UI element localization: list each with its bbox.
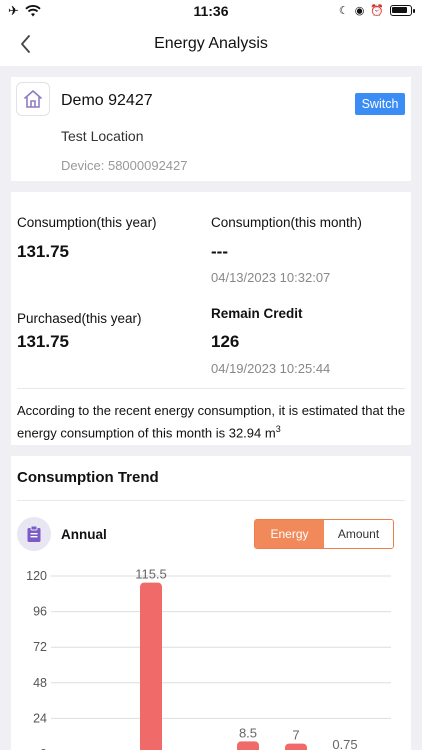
metric-toggle: Energy Amount bbox=[254, 519, 394, 549]
bar-value-label: 8.5 bbox=[239, 725, 257, 740]
consumption-month-label: Consumption(this month) bbox=[211, 215, 362, 230]
consumption-month-date: 04/13/2023 10:32:07 bbox=[211, 270, 331, 285]
home-icon bbox=[23, 90, 43, 108]
estimate-body: According to the recent energy consumpti… bbox=[17, 403, 406, 441]
period-label: Annual bbox=[61, 527, 107, 542]
purchased-year-value: 131.75 bbox=[17, 332, 69, 351]
y-tick-label: 120 bbox=[26, 569, 47, 583]
remain-credit-value: 126 bbox=[211, 332, 240, 351]
y-tick-label: 96 bbox=[33, 605, 47, 619]
rotation-lock-icon: ◉ bbox=[354, 5, 365, 17]
trend-card: Consumption Trend Annual Energy Amount 1… bbox=[11, 456, 411, 750]
bar[interactable] bbox=[140, 582, 162, 750]
device-name: Demo 92427 bbox=[61, 92, 153, 109]
y-tick-label: 24 bbox=[33, 711, 47, 725]
battery-icon bbox=[390, 5, 415, 16]
bar[interactable] bbox=[285, 743, 307, 750]
status-bar: ✈ 11:36 ☾ ◉ ⏰ bbox=[0, 0, 422, 22]
consumption-year-value: 131.75 bbox=[17, 242, 69, 261]
estimate-text: According to the recent energy consumpti… bbox=[17, 401, 407, 442]
bar[interactable] bbox=[237, 741, 259, 750]
switch-button[interactable]: Switch bbox=[355, 93, 405, 115]
nav-bar: Energy Analysis bbox=[0, 22, 422, 66]
home-icon-box bbox=[16, 82, 50, 116]
y-tick-label: 72 bbox=[33, 640, 47, 654]
stats-card: Consumption(this year) 131.75 Consumptio… bbox=[11, 192, 411, 445]
bar-value-label: 7 bbox=[292, 728, 299, 743]
status-right-icons: ☾ ◉ ⏰ bbox=[338, 4, 415, 17]
consumption-year-label: Consumption(this year) bbox=[17, 215, 157, 230]
alarm-icon: ⏰ bbox=[370, 5, 384, 17]
tab-energy[interactable]: Energy bbox=[255, 520, 324, 548]
trend-divider bbox=[17, 500, 405, 501]
device-card: Demo 92427 Switch Test Location Device: … bbox=[11, 77, 411, 181]
moon-icon: ☾ bbox=[338, 5, 349, 17]
tab-amount[interactable]: Amount bbox=[324, 520, 393, 548]
stats-divider bbox=[17, 388, 405, 389]
remain-credit-date: 04/19/2023 10:25:44 bbox=[211, 361, 331, 376]
consumption-bar-chart: 120967248240115.58.570.75 bbox=[26, 567, 391, 750]
page-title: Energy Analysis bbox=[154, 35, 268, 52]
clipboard-icon bbox=[27, 525, 41, 542]
y-tick-label: 48 bbox=[33, 676, 47, 690]
device-id: Device: 58000092427 bbox=[61, 158, 188, 173]
remain-credit-label: Remain Credit bbox=[211, 306, 303, 321]
purchased-year-label: Purchased(this year) bbox=[17, 311, 142, 326]
bar-value-label: 115.5 bbox=[135, 567, 167, 582]
estimate-unit-sup: 3 bbox=[275, 424, 281, 434]
clipboard-icon-circle bbox=[17, 517, 51, 551]
trend-title: Consumption Trend bbox=[17, 469, 159, 486]
consumption-month-value: --- bbox=[211, 242, 228, 261]
device-location: Test Location bbox=[61, 128, 144, 144]
bar-value-label: 0.75 bbox=[332, 737, 357, 750]
